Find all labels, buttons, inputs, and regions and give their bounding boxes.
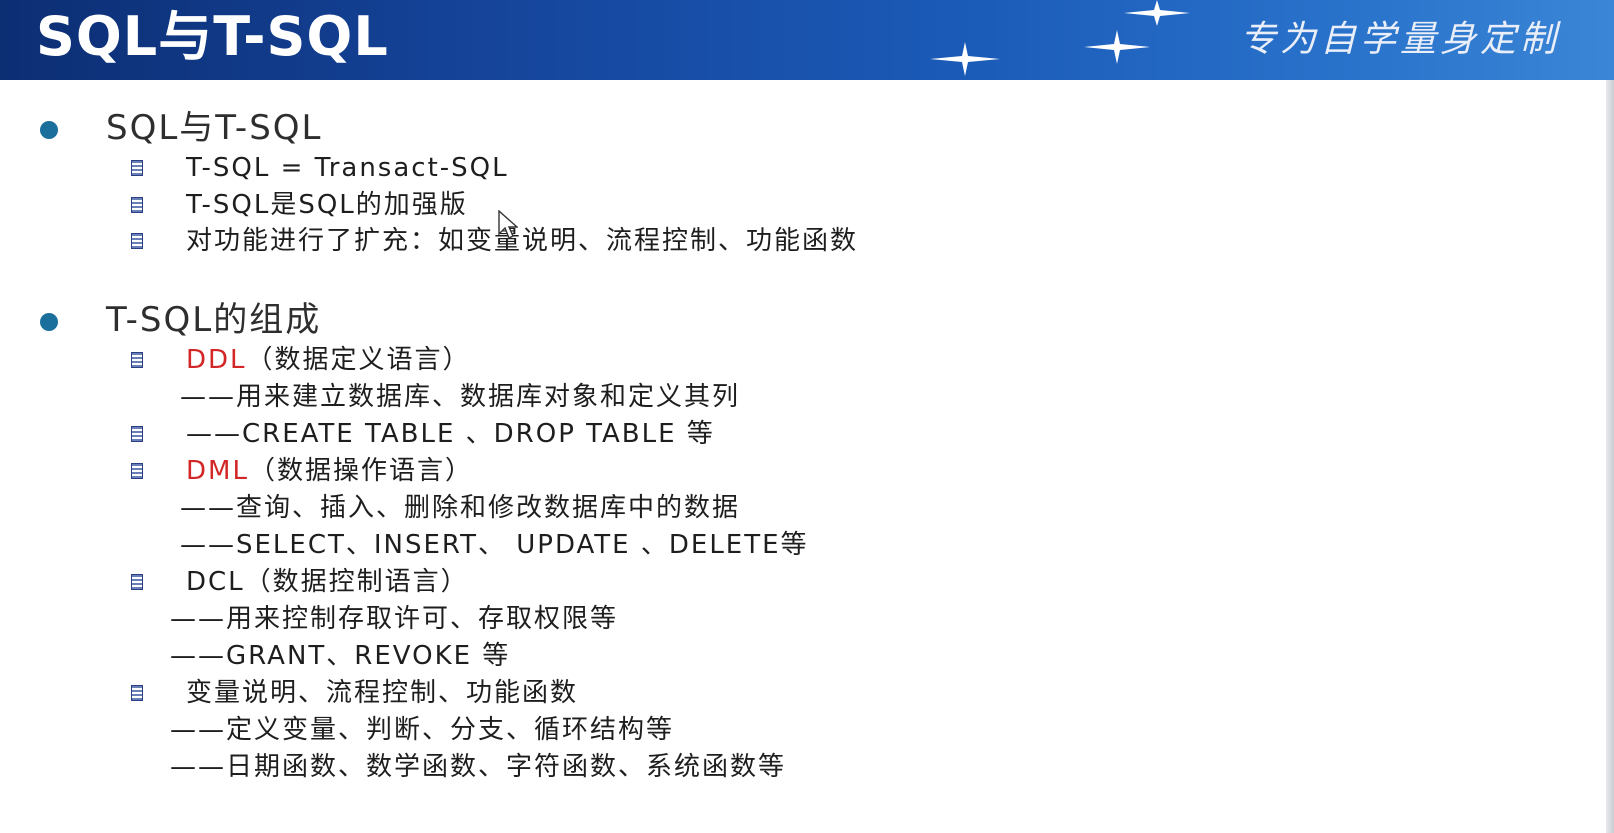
ddl-term: DDL bbox=[186, 345, 247, 375]
list-item-text: DCL（数据控制语言） bbox=[186, 567, 469, 597]
round-bullet-icon bbox=[40, 121, 58, 139]
square-bullet-icon bbox=[131, 574, 143, 590]
square-bullet-icon bbox=[131, 463, 143, 479]
right-edge-strip bbox=[1606, 80, 1614, 833]
dml-label: （数据操作语言） bbox=[248, 456, 473, 486]
sparkle-star-icon bbox=[1084, 30, 1150, 64]
slogan: 专为自学量身定制 bbox=[1240, 19, 1561, 60]
ddl-label: （数据定义语言） bbox=[246, 345, 471, 375]
detail-text: ——用来控制存取许可、存取权限等 bbox=[170, 604, 619, 634]
dml-term: DML bbox=[186, 456, 249, 486]
list-item-text: 变量说明、流程控制、功能函数 bbox=[186, 678, 579, 708]
list-item-text: DDL（数据定义语言） bbox=[186, 343, 471, 377]
square-bullet-icon bbox=[131, 685, 143, 701]
list-item-text: ——CREATE TABLE 、DROP TABLE 等 bbox=[186, 419, 715, 449]
section-heading-text: SQL与T-SQL bbox=[106, 108, 323, 148]
list-item-text: T-SQL = Transact-SQL bbox=[186, 153, 509, 183]
square-bullet-icon bbox=[131, 352, 143, 368]
list-item-text: DML（数据操作语言） bbox=[186, 454, 473, 488]
slide-title: SQL与T-SQL bbox=[36, 5, 389, 68]
square-bullet-icon bbox=[131, 160, 143, 176]
detail-text: ——查询、插入、删除和修改数据库中的数据 bbox=[180, 493, 741, 523]
slide-content: SQL与T-SQL T-SQL = Transact-SQL T-SQL是SQL… bbox=[0, 80, 1600, 833]
detail-text: ——GRANT、REVOKE 等 bbox=[170, 641, 511, 671]
round-bullet-icon bbox=[40, 313, 58, 331]
detail-text: ——SELECT、INSERT、 UPDATE 、DELETE等 bbox=[180, 530, 809, 560]
list-item-text: 对功能进行了扩充：如变量说明、流程控制、功能函数 bbox=[186, 226, 859, 256]
square-bullet-icon bbox=[131, 197, 143, 213]
sparkle-star-icon bbox=[930, 42, 1000, 76]
square-bullet-icon bbox=[131, 233, 143, 249]
detail-text: ——日期函数、数学函数、字符函数、系统函数等 bbox=[170, 752, 787, 782]
mouse-pointer-icon bbox=[498, 209, 519, 244]
title-banner: SQL与T-SQL 专为自学量身定制 bbox=[0, 0, 1614, 80]
detail-text: ——定义变量、判断、分支、循环结构等 bbox=[170, 715, 675, 745]
section-heading-text: T-SQL的组成 bbox=[106, 300, 322, 340]
detail-text: ——用来建立数据库、数据库对象和定义其列 bbox=[180, 382, 741, 412]
list-item-text: T-SQL是SQL的加强版 bbox=[186, 190, 468, 220]
square-bullet-icon bbox=[131, 426, 143, 442]
sparkle-star-icon bbox=[1124, 0, 1190, 26]
